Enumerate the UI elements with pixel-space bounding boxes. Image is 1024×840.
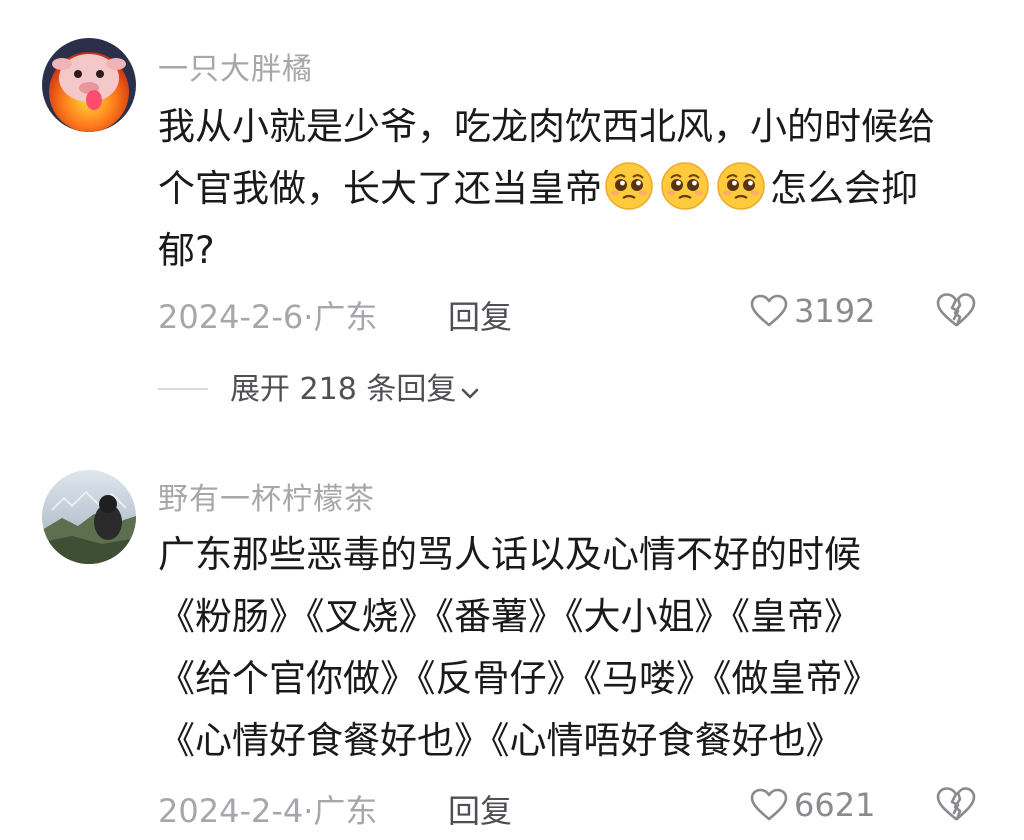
like-button[interactable]: 3192	[750, 292, 875, 330]
dislike-button[interactable]	[936, 292, 976, 336]
like-count: 3192	[794, 292, 876, 330]
comment-line: 《心情好食餐好也》《心情唔好食餐好也》	[158, 719, 843, 762]
comment-line: 《粉肠》《叉烧》《番薯》《大小姐》《皇帝》	[158, 595, 861, 638]
pleading-face-icon	[605, 162, 653, 210]
heart-icon	[750, 294, 788, 327]
reply-button[interactable]: 回复	[448, 292, 512, 338]
avatar[interactable]	[42, 38, 136, 132]
like-button[interactable]: 6621	[750, 786, 875, 824]
username[interactable]: 一只大胖橘	[158, 44, 313, 88]
comment-date-location: 2024-2-4·广东	[158, 792, 378, 830]
like-count: 6621	[794, 786, 876, 824]
comment-line: 我从小就是少爷，吃龙肉饮西北风，小的时候给	[158, 105, 935, 148]
comment-line: 个官我做，长大了还当皇帝 怎么会抑	[158, 158, 978, 220]
comment-text: 我从小就是少爷，吃龙肉饮西北风，小的时候给 个官我做，长大了还当皇帝 怎么会抑 郁…	[158, 96, 978, 282]
comment-line-text: 个官我做，长大了还当皇帝	[158, 167, 602, 210]
comment-meta: 2024-2-6·广东 回复 3192	[158, 292, 984, 336]
pleading-face-icon	[661, 162, 709, 210]
comment-line: 郁?	[158, 229, 215, 272]
dislike-button[interactable]	[936, 786, 976, 830]
divider	[158, 388, 208, 390]
expand-replies-label: 展开 218 条回复	[230, 372, 457, 407]
heart-icon	[750, 788, 788, 821]
username[interactable]: 野有一杯柠檬茶	[158, 474, 375, 518]
broken-heart-icon	[936, 787, 976, 821]
reply-button[interactable]: 回复	[448, 786, 512, 832]
comment-line: 广东那些恶毒的骂人话以及心情不好的时候	[158, 533, 861, 576]
comment-list: 一只大胖橘 我从小就是少爷，吃龙肉饮西北风，小的时候给 个官我做，长大了还当皇帝…	[0, 0, 1024, 840]
comment-meta: 2024-2-4·广东 回复 6621	[158, 786, 984, 830]
comment-line-text: 怎么会抑	[770, 167, 918, 210]
avatar[interactable]	[42, 470, 136, 564]
comment-date-location: 2024-2-6·广东	[158, 298, 378, 336]
pleading-face-icon	[717, 162, 765, 210]
comment-text: 广东那些恶毒的骂人话以及心情不好的时候 《粉肠》《叉烧》《番薯》《大小姐》《皇帝…	[158, 524, 978, 772]
chevron-down-icon	[462, 388, 479, 399]
comment-line: 《给个官你做》《反骨仔》《马喽》《做皇帝》	[158, 657, 880, 700]
broken-heart-icon	[936, 293, 976, 327]
expand-replies-button[interactable]: 展开 218 条回复	[158, 364, 480, 407]
